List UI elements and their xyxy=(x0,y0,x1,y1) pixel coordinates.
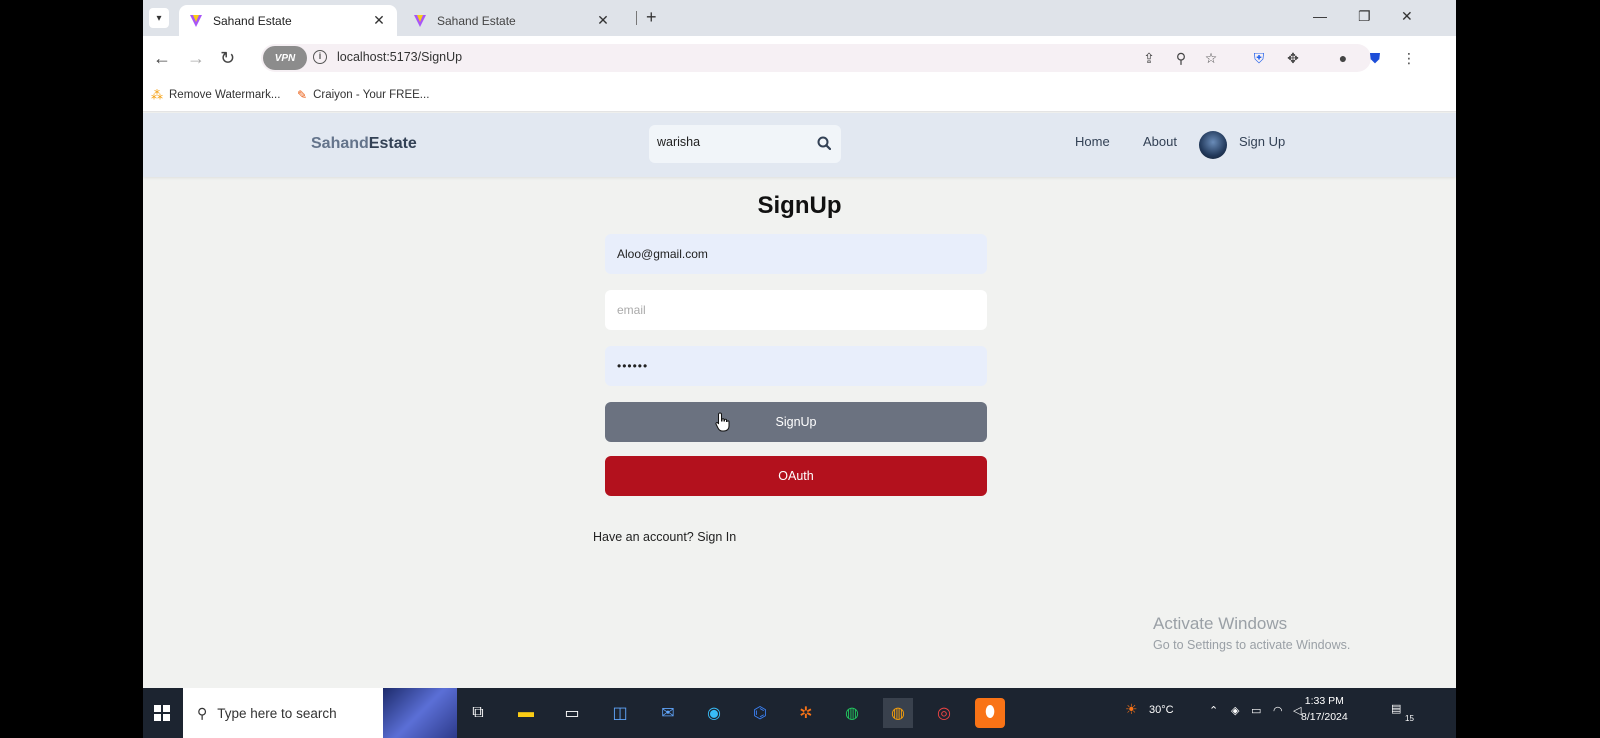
browser-toolbar: ← → ↻ VPN i localhost:5173/SignUp ⇪ ⚲ ☆ … xyxy=(143,36,1456,80)
task-view-icon[interactable]: ⧉ xyxy=(463,698,493,728)
vite-favicon-icon xyxy=(190,14,202,27)
site-logo[interactable]: SahandEstate xyxy=(311,135,417,153)
chrome-active-icon[interactable]: ◍ xyxy=(883,698,913,728)
activate-windows-watermark: Activate Windows Go to Settings to activ… xyxy=(1153,614,1350,652)
taskbar-search-placeholder: Type here to search xyxy=(217,705,337,721)
site-search xyxy=(649,125,841,163)
signin-link[interactable]: Sign In xyxy=(697,530,736,544)
notification-icon[interactable]: ▤ xyxy=(1391,702,1401,715)
page-title: SignUp xyxy=(757,192,842,219)
close-tab-icon[interactable]: ✕ xyxy=(371,12,387,29)
menu-kebab-icon[interactable]: ⋮ xyxy=(1401,50,1417,66)
bookmark-remove-watermark[interactable]: ⁂ Remove Watermark... xyxy=(151,88,280,102)
extension-shield-icon[interactable]: ⛨ xyxy=(1251,50,1267,66)
email-field[interactable]: email xyxy=(605,290,987,330)
nav-home[interactable]: Home xyxy=(1075,134,1110,149)
signup-button[interactable]: SignUp xyxy=(605,402,987,442)
terminal-icon[interactable]: ▭ xyxy=(557,698,587,728)
app-icon[interactable]: ✲ xyxy=(791,698,821,728)
windows-taskbar: ⚲ Type here to search ⧉ ▬ ▭ ◫ ✉ ◉ ⌬ ✲ ◍ … xyxy=(143,688,1456,738)
tab-active[interactable]: Sahand Estate ✕ xyxy=(179,5,397,36)
hand-cursor-icon xyxy=(715,412,730,432)
profile-icon[interactable]: ● xyxy=(1335,50,1351,66)
reload-icon[interactable]: ↻ xyxy=(220,48,235,69)
wifi-icon[interactable]: ◠ xyxy=(1273,704,1283,717)
logo-part-2: Estate xyxy=(368,135,417,152)
have-account-text: Have an account? Sign In xyxy=(593,530,736,544)
avatar[interactable] xyxy=(1199,131,1227,159)
colorful-dots-icon: ⁂ xyxy=(151,88,163,102)
site-header: SahandEstate Home About Sign Up xyxy=(143,113,1456,177)
file-explorer-icon[interactable]: ▬ xyxy=(511,698,541,728)
weather-icon: ☀ xyxy=(1125,701,1138,717)
tab-separator xyxy=(636,11,637,25)
share-icon[interactable]: ⇪ xyxy=(1141,50,1157,66)
tab-title: Sahand Estate xyxy=(213,13,292,28)
recorder-icon[interactable]: ◎ xyxy=(929,698,959,728)
clock-time: 1:33 PM xyxy=(1304,695,1344,707)
search-highlight-art xyxy=(383,688,457,738)
bookmark-label: Remove Watermark... xyxy=(169,89,281,101)
oauth-button[interactable]: OAuth xyxy=(605,456,987,496)
store-icon[interactable]: ◫ xyxy=(605,698,635,728)
tab-title: Sahand Estate xyxy=(437,13,516,28)
windows-start-icon[interactable] xyxy=(147,698,177,728)
browser-window: ▾ Sahand Estate ✕ Sahand Estate ✕ + — ❐ … xyxy=(143,0,1456,738)
password-field[interactable]: •••••• xyxy=(605,346,987,386)
forward-icon[interactable]: → xyxy=(187,48,205,69)
search-icon[interactable] xyxy=(817,136,831,150)
minimize-icon[interactable]: — xyxy=(1313,8,1327,24)
taskbar-search[interactable]: ⚲ Type here to search xyxy=(183,688,457,738)
site-info-icon[interactable]: i xyxy=(313,50,327,64)
close-tab-icon[interactable]: ✕ xyxy=(595,12,611,29)
bookmark-craiyon[interactable]: ✎ Craiyon - Your FREE... xyxy=(297,88,429,102)
nav-signup[interactable]: Sign Up xyxy=(1239,134,1285,149)
network-icon[interactable]: ◈ xyxy=(1231,704,1239,717)
bookmark-label: Craiyon - Your FREE... xyxy=(313,89,430,101)
battery-icon[interactable]: ▭ xyxy=(1251,704,1261,717)
vite-favicon-icon xyxy=(414,14,426,27)
logo-part-1: Sahand xyxy=(311,135,369,152)
clock[interactable]: 1:33 PM 8/17/2024 xyxy=(1301,693,1348,725)
restore-icon[interactable]: ❐ xyxy=(1358,8,1371,25)
vpn-badge[interactable]: VPN xyxy=(263,46,307,70)
search-input[interactable] xyxy=(657,135,807,149)
tab-search-button[interactable]: ▾ xyxy=(149,8,169,28)
url-text[interactable]: localhost:5173/SignUp xyxy=(337,50,462,64)
mongodb-icon[interactable]: ⬮ xyxy=(975,698,1005,728)
edge-icon[interactable]: ◉ xyxy=(699,698,729,728)
weather-temp[interactable]: 30°C xyxy=(1149,704,1174,716)
bookmarks-bar: ⁂ Remove Watermark... ✎ Craiyon - Your F… xyxy=(143,80,1456,112)
search-icon: ⚲ xyxy=(197,704,208,721)
have-account-label: Have an account? xyxy=(593,530,694,544)
extensions-puzzle-icon[interactable]: ✥ xyxy=(1285,50,1301,66)
nav-about[interactable]: About xyxy=(1143,134,1177,149)
mail-icon[interactable]: ✉ xyxy=(653,698,683,728)
tab-inactive[interactable]: Sahand Estate ✕ xyxy=(403,5,621,36)
zoom-icon[interactable]: ⚲ xyxy=(1173,50,1189,66)
new-tab-button[interactable]: + xyxy=(646,7,657,28)
bookmark-star-icon[interactable]: ☆ xyxy=(1203,50,1219,66)
back-icon[interactable]: ← xyxy=(153,48,171,69)
vscode-icon[interactable]: ⌬ xyxy=(745,698,775,728)
chrome-icon[interactable]: ◍ xyxy=(837,698,867,728)
watermark-line-1: Activate Windows xyxy=(1153,614,1288,633)
close-window-icon[interactable]: ✕ xyxy=(1401,8,1413,25)
watermark-line-2: Go to Settings to activate Windows. xyxy=(1153,638,1351,652)
tab-strip: ▾ Sahand Estate ✕ Sahand Estate ✕ + — ❐ … xyxy=(143,0,1456,36)
tray-chevron-icon[interactable]: ⌃ xyxy=(1209,704,1218,717)
clock-date: 8/17/2024 xyxy=(1301,711,1348,723)
username-field[interactable]: Aloo@gmail.com xyxy=(605,234,987,274)
vpn-shield-icon[interactable]: ⛊ xyxy=(1367,50,1383,66)
pencil-icon: ✎ xyxy=(297,88,308,102)
notification-count: 15 xyxy=(1405,714,1414,723)
